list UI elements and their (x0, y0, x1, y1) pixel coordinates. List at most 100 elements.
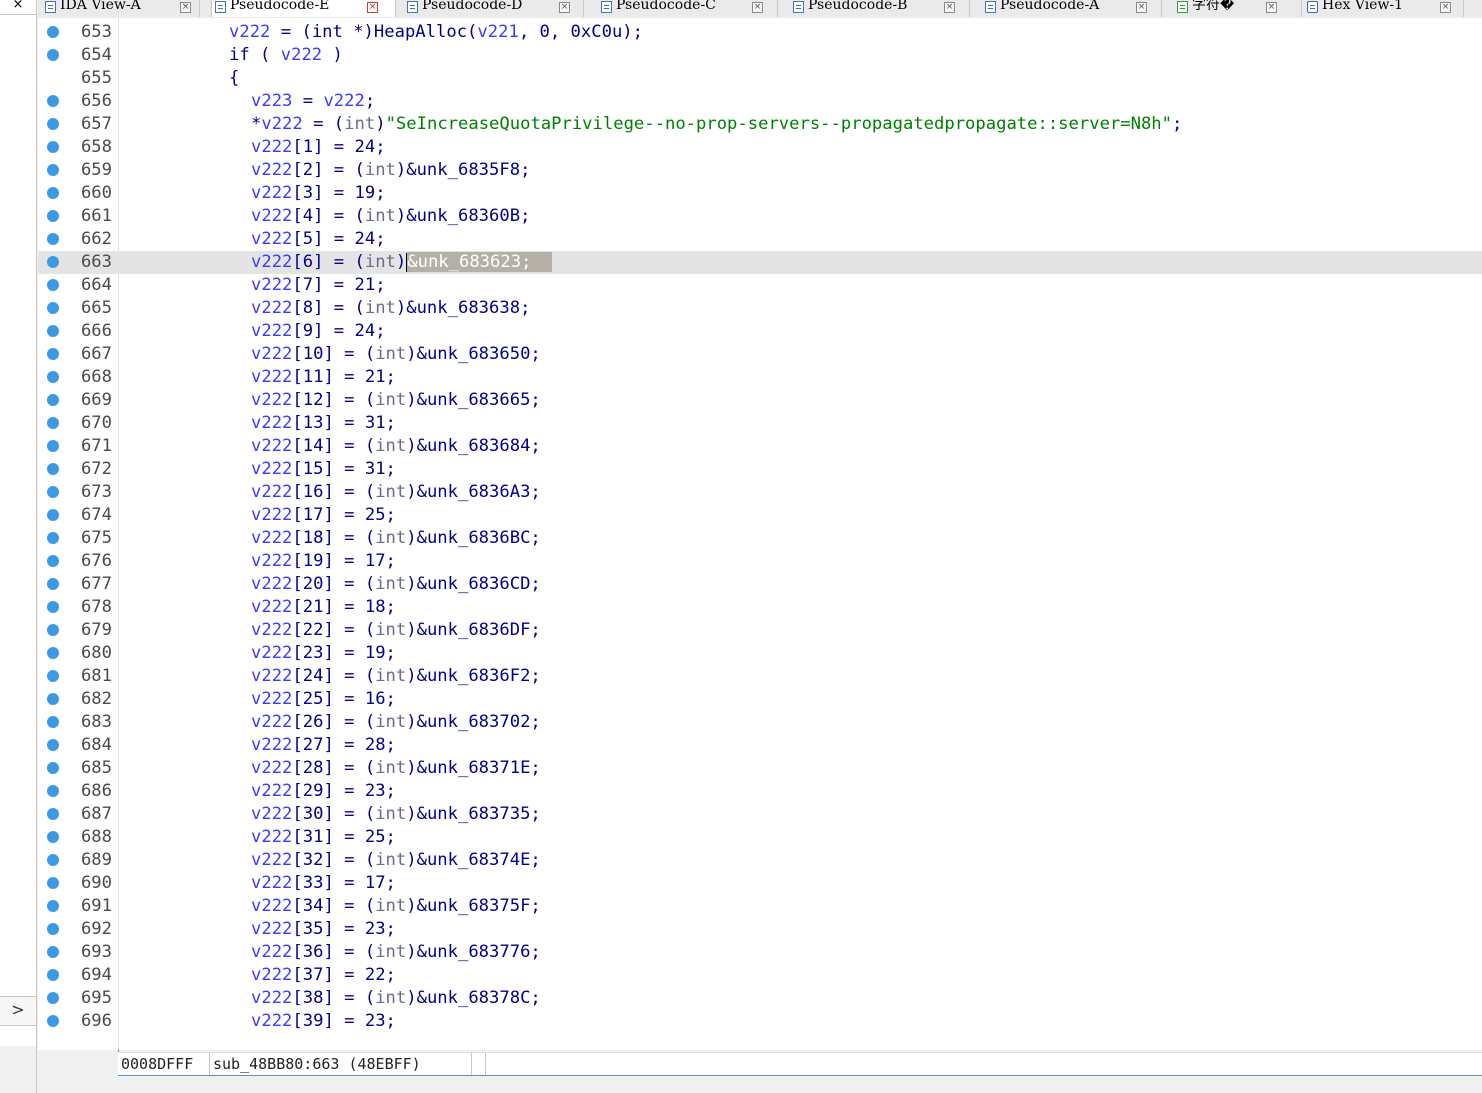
code-line[interactable]: 660 v222[3] = 19; (38, 182, 1482, 205)
breakpoint-dot-icon[interactable] (47, 624, 59, 636)
code-line[interactable]: 691 v222[34] = (int)&unk_68375F; (38, 895, 1482, 918)
breakpoint-dot-icon[interactable] (47, 509, 59, 521)
code-line[interactable]: 694 v222[37] = 22; (38, 964, 1482, 987)
code-text[interactable]: v222[29] = 23; (251, 780, 396, 803)
code-text[interactable]: v222[13] = 31; (251, 412, 396, 435)
code-line[interactable]: 667 v222[10] = (int)&unk_683650; (38, 343, 1482, 366)
breakpoint-dot-icon[interactable] (47, 808, 59, 820)
code-text[interactable]: v222[37] = 22; (251, 964, 396, 987)
tab-close-icon[interactable]: × (180, 2, 191, 13)
code-line[interactable]: 666 v222[9] = 24; (38, 320, 1482, 343)
tab-close-icon[interactable]: × (367, 2, 378, 13)
breakpoint-dot-icon[interactable] (47, 1015, 59, 1027)
code-line[interactable]: 657 *v222 = (int)"SeIncreaseQuotaPrivileg… (38, 113, 1482, 136)
code-line[interactable]: 696 v222[39] = 23; (38, 1010, 1482, 1033)
code-text[interactable]: v222[8] = (int)&unk_683638; (251, 297, 530, 320)
code-text[interactable]: v222[19] = 17; (251, 550, 396, 573)
code-line[interactable]: 689 v222[32] = (int)&unk_68374E; (38, 849, 1482, 872)
code-line[interactable]: 655 { (38, 67, 1482, 90)
code-line[interactable]: 682 v222[25] = 16; (38, 688, 1482, 711)
code-line[interactable]: 681 v222[24] = (int)&unk_6836F2; (38, 665, 1482, 688)
code-text[interactable]: v223 = v222; (251, 90, 375, 113)
code-text[interactable]: v222[9] = 24; (251, 320, 386, 343)
code-line[interactable]: 690 v222[33] = 17; (38, 872, 1482, 895)
code-text[interactable]: v222[7] = 21; (251, 274, 386, 297)
breakpoint-dot-icon[interactable] (47, 923, 59, 935)
code-line[interactable]: 658 v222[1] = 24; (38, 136, 1482, 159)
code-line[interactable]: 653 v222 = (int *)HeapAlloc(v221, 0, 0xC0… (38, 21, 1482, 44)
tab-pseudocode-a[interactable]: Pseudocode-A × (982, 0, 1162, 17)
breakpoint-dot-icon[interactable] (47, 647, 59, 659)
breakpoint-dot-icon[interactable] (47, 325, 59, 337)
code-text[interactable]: v222[14] = (int)&unk_683684; (251, 435, 541, 458)
code-line[interactable]: 664 v222[7] = 21; (38, 274, 1482, 297)
breakpoint-dot-icon[interactable] (47, 854, 59, 866)
code-text[interactable]: v222[36] = (int)&unk_683776; (251, 941, 541, 964)
code-text[interactable]: v222[20] = (int)&unk_6836CD; (251, 573, 541, 596)
breakpoint-dot-icon[interactable] (47, 95, 59, 107)
breakpoint-dot-icon[interactable] (47, 946, 59, 958)
tab-ida-view-a[interactable]: IDA View-A × (42, 0, 200, 17)
code-text[interactable]: *v222 = (int)"SeIncreaseQuotaPrivilege--… (251, 113, 1182, 136)
code-line[interactable]: 685 v222[28] = (int)&unk_68371E; (38, 757, 1482, 780)
code-line[interactable]: 695 v222[38] = (int)&unk_68378C; (38, 987, 1482, 1010)
code-line[interactable]: 678 v222[21] = 18; (38, 596, 1482, 619)
code-text[interactable]: v222[1] = 24; (251, 136, 386, 159)
code-text[interactable]: v222[22] = (int)&unk_6836DF; (251, 619, 541, 642)
code-text[interactable]: v222[31] = 25; (251, 826, 396, 849)
breakpoint-dot-icon[interactable] (47, 417, 59, 429)
code-line[interactable]: 692 v222[35] = 23; (38, 918, 1482, 941)
code-text[interactable]: { (229, 67, 239, 90)
breakpoint-dot-icon[interactable] (47, 693, 59, 705)
code-text[interactable]: v222[25] = 16; (251, 688, 396, 711)
code-line[interactable]: 656 v223 = v222; (38, 90, 1482, 113)
breakpoint-dot-icon[interactable] (47, 601, 59, 613)
code-text[interactable]: v222[39] = 23; (251, 1010, 396, 1033)
code-text[interactable]: v222 = (int *)HeapAlloc(v221, 0, 0xC0u); (229, 21, 643, 44)
breakpoint-dot-icon[interactable] (47, 279, 59, 291)
code-text[interactable]: v222[34] = (int)&unk_68375F; (251, 895, 541, 918)
code-text[interactable]: v222[12] = (int)&unk_683665; (251, 389, 541, 412)
code-line[interactable]: 673 v222[16] = (int)&unk_6836A3; (38, 481, 1482, 504)
breakpoint-dot-icon[interactable] (47, 463, 59, 475)
breakpoint-dot-icon[interactable] (47, 256, 59, 268)
code-text[interactable]: v222[11] = 21; (251, 366, 396, 389)
tab-pseudocode-b[interactable]: Pseudocode-B × (790, 0, 970, 17)
code-line[interactable]: 661 v222[4] = (int)&unk_68360B; (38, 205, 1482, 228)
tab-close-icon[interactable]: × (752, 2, 763, 13)
breakpoint-dot-icon[interactable] (47, 969, 59, 981)
tab-close-icon[interactable]: × (1136, 2, 1147, 13)
breakpoint-dot-icon[interactable] (47, 49, 59, 61)
breakpoint-dot-icon[interactable] (47, 877, 59, 889)
code-text[interactable]: v222[27] = 28; (251, 734, 396, 757)
code-text[interactable]: v222[17] = 25; (251, 504, 396, 527)
code-line[interactable]: 659 v222[2] = (int)&unk_6835F8; (38, 159, 1482, 182)
code-line[interactable]: 677 v222[20] = (int)&unk_6836CD; (38, 573, 1482, 596)
breakpoint-dot-icon[interactable] (47, 532, 59, 544)
code-text[interactable]: v222[5] = 24; (251, 228, 386, 251)
tab-pseudocode-d[interactable]: Pseudocode-D × (404, 0, 584, 17)
breakpoint-dot-icon[interactable] (47, 992, 59, 1004)
code-line[interactable]: 684 v222[27] = 28; (38, 734, 1482, 757)
breakpoint-dot-icon[interactable] (47, 831, 59, 843)
tab-pseudocode-c[interactable]: Pseudocode-C × (598, 0, 778, 17)
tab-close-icon[interactable]: × (559, 2, 570, 13)
code-text[interactable]: v222[4] = (int)&unk_68360B; (251, 205, 530, 228)
tab-close-icon[interactable]: × (1266, 2, 1277, 13)
breakpoint-dot-icon[interactable] (47, 233, 59, 245)
breakpoint-dot-icon[interactable] (47, 739, 59, 751)
code-text[interactable]: v222[6] = (int)&unk_683623; (251, 251, 553, 274)
code-text[interactable]: v222[21] = 18; (251, 596, 396, 619)
code-line[interactable]: 670 v222[13] = 31; (38, 412, 1482, 435)
code-text[interactable]: v222[35] = 23; (251, 918, 396, 941)
code-line[interactable]: 672 v222[15] = 31; (38, 458, 1482, 481)
breakpoint-dot-icon[interactable] (47, 118, 59, 130)
breakpoint-dot-icon[interactable] (47, 187, 59, 199)
breakpoint-dot-icon[interactable] (47, 440, 59, 452)
tab-hex-view-1[interactable]: Hex View-1 × (1304, 0, 1464, 17)
breakpoint-dot-icon[interactable] (47, 394, 59, 406)
code-line[interactable]: 683 v222[26] = (int)&unk_683702; (38, 711, 1482, 734)
breakpoint-dot-icon[interactable] (47, 762, 59, 774)
code-line[interactable]: 687 v222[30] = (int)&unk_683735; (38, 803, 1482, 826)
code-text[interactable]: if ( v222 ) (229, 44, 343, 67)
